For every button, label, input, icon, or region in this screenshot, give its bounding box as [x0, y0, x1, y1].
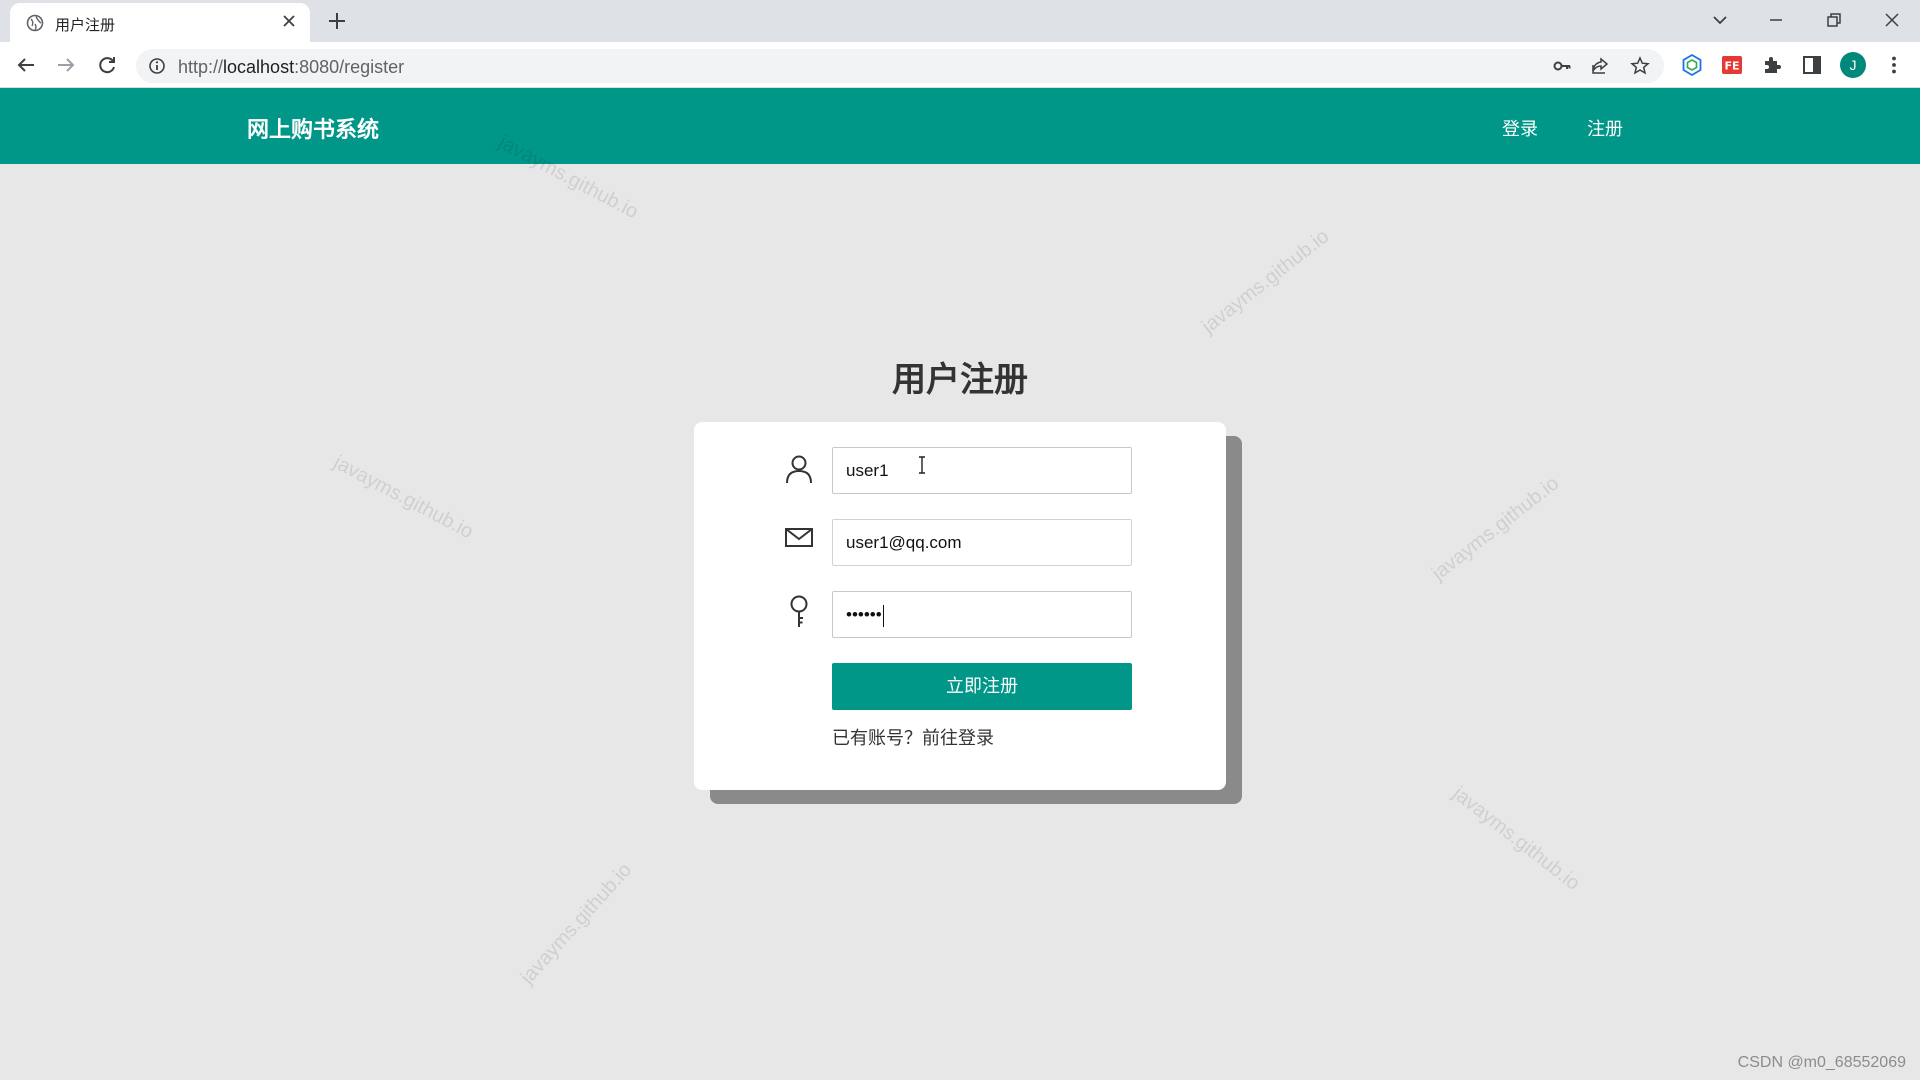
go-login-link[interactable]: 已有账号？前往登录: [832, 724, 994, 750]
reload-icon[interactable]: [95, 53, 119, 77]
close-window-icon[interactable]: [1880, 8, 1904, 32]
menu-dots-icon[interactable]: [1882, 53, 1906, 77]
browser-toolbar: http://localhost:8080/register FE J: [0, 42, 1920, 88]
extension-hex-icon[interactable]: [1680, 53, 1704, 77]
nav-register-link[interactable]: 注册: [1587, 115, 1623, 141]
info-icon[interactable]: [148, 57, 166, 75]
tab-search-icon[interactable]: [1708, 8, 1732, 32]
url-text: http://localhost:8080/register: [178, 57, 404, 78]
forward-icon[interactable]: [54, 53, 78, 77]
url-scheme: http://: [178, 57, 224, 77]
register-submit-button[interactable]: 立即注册: [832, 663, 1132, 710]
back-icon[interactable]: [14, 53, 38, 77]
address-bar[interactable]: http://localhost:8080/register: [136, 49, 1664, 83]
close-tab-icon[interactable]: [280, 12, 298, 30]
email-input[interactable]: user1@qq.com: [832, 519, 1132, 566]
browser-tab-bar: 用户注册: [0, 0, 1920, 42]
password-mask: ••••••: [846, 605, 882, 624]
username-input[interactable]: user1: [832, 447, 1132, 494]
globe-icon: [26, 14, 44, 32]
page-title: 用户注册: [892, 361, 1028, 399]
nav-login-link[interactable]: 登录: [1502, 115, 1538, 141]
key-icon: [790, 595, 808, 627]
minimize-icon[interactable]: [1764, 8, 1788, 32]
mail-icon: [785, 528, 813, 547]
share-icon[interactable]: [1590, 56, 1610, 76]
new-tab-icon[interactable]: [326, 10, 348, 32]
key-icon[interactable]: [1552, 56, 1572, 76]
profile-avatar[interactable]: J: [1840, 52, 1866, 78]
watermark: javayms.github.io: [1427, 472, 1564, 585]
watermark: javayms.github.io: [330, 451, 477, 544]
watermark: javayms.github.io: [1448, 782, 1584, 895]
watermark: javayms.github.io: [516, 858, 637, 989]
svg-text:FE: FE: [1724, 60, 1739, 73]
bookmark-star-icon[interactable]: [1630, 56, 1650, 76]
extensions-puzzle-icon[interactable]: [1760, 53, 1784, 77]
watermark: javayms.github.io: [1197, 225, 1334, 338]
site-brand[interactable]: 网上购书系统: [247, 112, 379, 144]
tab-title: 用户注册: [55, 17, 116, 34]
browser-tab[interactable]: 用户注册: [10, 3, 310, 42]
url-host: localhost: [223, 57, 295, 77]
extension-fe-icon[interactable]: FE: [1720, 53, 1744, 77]
text-caret: [882, 604, 884, 627]
password-input[interactable]: ••••••: [832, 591, 1132, 638]
register-card: user1 user1@qq.com •••••• 立即注册 已有账号？前往登录: [694, 422, 1226, 790]
user-icon: [786, 455, 812, 484]
text-cursor-icon: [919, 456, 925, 474]
url-path: :8080/register: [294, 57, 405, 77]
restore-icon[interactable]: [1822, 8, 1846, 32]
credit-watermark: CSDN @m0_68552069: [1737, 1054, 1906, 1071]
site-navbar: 网上购书系统 登录 注册: [0, 88, 1920, 164]
side-panel-icon[interactable]: [1800, 53, 1824, 77]
